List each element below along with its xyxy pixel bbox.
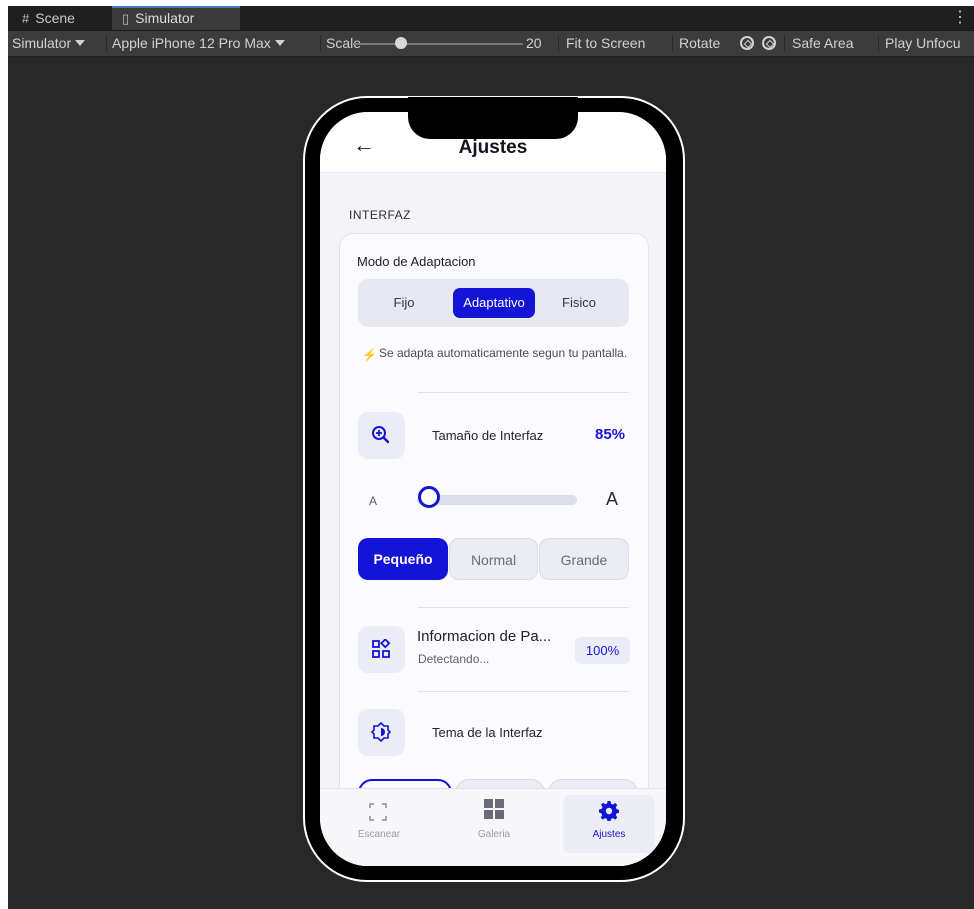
rotate-label: Rotate [679,35,721,51]
simulator-mode-dropdown[interactable]: Simulator [12,31,86,56]
lightning-icon: ⚡ [362,348,377,362]
divider [418,392,629,393]
ui-size-slider-track[interactable] [417,495,577,505]
adaptation-mode-segmented-control: Fijo Adaptativo Fisico [358,279,629,327]
simulator-toolbar: Simulator Apple iPhone 12 Pro Max Scale … [8,31,974,57]
tab-scene[interactable]: # Scene [12,6,85,30]
section-label: INTERFAZ [349,208,412,222]
screen-info-badge: 100% [575,637,630,664]
segment-adaptativo[interactable]: Adaptativo [453,288,535,318]
scan-icon [369,803,387,821]
large-a-label: A [606,489,619,509]
ui-size-value: 85% [595,426,626,443]
scale-slider-track[interactable] [363,43,523,45]
rotate-left-icon[interactable] [736,31,754,56]
more-options-icon[interactable]: ⋮ [952,8,968,28]
theme-brightness-icon [358,709,405,756]
bottom-navigation: Escanear Galeria Ajustes [320,788,666,866]
fit-to-screen-button[interactable]: Fit to Screen [566,31,645,56]
size-preset-normal[interactable]: Normal [449,538,538,580]
device-notch [408,97,578,139]
adaptation-mode-title: Modo de Adaptacion [357,254,476,269]
nav-galeria[interactable]: Galeria [448,789,540,853]
tab-simulator[interactable]: ▯ Simulator [112,6,240,30]
screen-info-subtitle: Detectando... [418,652,490,666]
segment-fijo[interactable]: Fijo [368,288,440,318]
caret-down-icon [274,40,285,46]
device-screen: ← Ajustes INTERFAZ Modo de Adaptacion Fi… [320,112,666,866]
screen-info-title: Informacion de Pa... [417,628,552,645]
adaptation-hint: Se adapta automaticamente segun tu panta… [379,346,628,360]
scale-value: 20 [526,35,542,51]
widgets-icon [358,626,405,673]
nav-escanear[interactable]: Escanear [333,789,425,853]
small-a-label: A [369,494,378,508]
device-icon: ▯ [122,11,130,26]
divider [418,691,629,692]
caret-down-icon [75,40,86,46]
divider [418,607,629,608]
ui-size-label: Tamaño de Interfaz [432,428,544,443]
device-dropdown[interactable]: Apple iPhone 12 Pro Max [112,31,285,56]
zoom-in-icon [358,412,405,459]
grid-icon: # [22,11,30,26]
size-preset-pequeno[interactable]: Pequeño [358,538,448,580]
safe-area-toggle[interactable]: Safe Area [792,31,854,56]
play-unfocused-toggle[interactable]: Play Unfocu [885,31,960,56]
segment-fisico[interactable]: Fisico [543,288,615,318]
gallery-icon [484,799,504,819]
page-title: Ajustes [458,137,528,158]
size-preset-grande[interactable]: Grande [539,538,629,580]
rotate-right-icon[interactable] [758,31,776,56]
nav-ajustes[interactable]: Ajustes [563,795,655,853]
editor-tabbar: # Scene ▯ Simulator ⋮ [8,6,974,31]
settings-gear-icon [599,801,619,821]
theme-label: Tema de la Interfaz [432,725,543,740]
scale-slider-handle[interactable] [395,37,407,49]
ui-size-slider-handle[interactable] [418,486,440,508]
